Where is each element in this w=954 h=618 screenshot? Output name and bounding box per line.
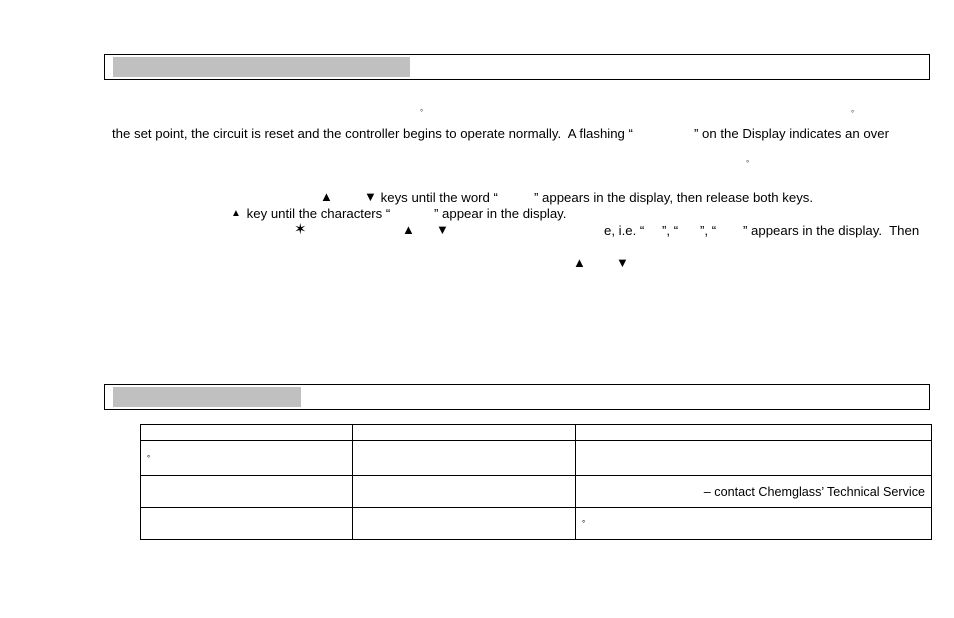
body-line-1: the set point, the circuit is reset and …: [112, 126, 633, 141]
document-page: ° the set point, the circuit is reset an…: [0, 0, 954, 618]
table-cell-r4-c3: °: [575, 507, 932, 540]
table-row: °: [140, 507, 932, 540]
table-cell-contact-service: – contact Chemglass’ Technical Service: [575, 475, 932, 508]
table-cell-r2-c3: [575, 440, 932, 476]
asterisk-key-icon: ✶: [294, 221, 307, 238]
table-cell-header-1: [140, 424, 353, 441]
table-cell-header-3: [575, 424, 932, 441]
down-arrow-icon-4: ▼: [616, 255, 629, 270]
table-cell-r3-c1: [140, 475, 353, 508]
body-line-3: key until the characters “: [243, 206, 391, 221]
up-arrow-icon-3: ▲: [402, 222, 415, 237]
down-arrow-icon-1: ▼: [364, 189, 377, 204]
degree-symbol-floating-1: °: [420, 108, 424, 117]
up-arrow-icon-2: ▲: [231, 208, 241, 219]
table-cell-r4-c2: [352, 507, 576, 540]
table-row: – contact Chemglass’ Technical Service: [140, 475, 932, 508]
body-line-4-b: ”, “: [662, 223, 679, 238]
body-line-4: e, i.e. “: [604, 223, 645, 238]
body-line-1-continued: ” on the Display indicates an over: [694, 126, 889, 141]
body-line-2-end: ” appears in the display, then release b…: [534, 190, 814, 205]
section-header-fill-2: [113, 387, 301, 407]
up-arrow-icon-4: ▲: [573, 255, 586, 270]
table-cell-r2-c2: [352, 440, 576, 476]
section-header-troubleshooting: [104, 384, 930, 410]
troubleshooting-table: ° – contact Chemglass’ Technical Service…: [140, 424, 932, 540]
table-cell-header-2: [352, 424, 576, 441]
table-cell-r4-c1: [140, 507, 353, 540]
table-row: °: [140, 440, 932, 476]
up-arrow-icon-1: ▲: [320, 189, 333, 204]
table-cell-r3-c2: [352, 475, 576, 508]
body-line-2: keys until the word “: [377, 190, 498, 205]
body-line-4-c: ”, “: [700, 223, 717, 238]
degree-symbol-floating-3: °: [746, 159, 750, 168]
body-line-3-end: ” appear in the display.: [434, 206, 567, 221]
body-line-4-end: ” appears in the display. Then: [743, 223, 920, 238]
section-header-fill: [113, 57, 410, 77]
table-cell-r2-c1: °: [140, 440, 353, 476]
degree-symbol-floating-2: °: [851, 109, 855, 118]
down-arrow-icon-3: ▼: [436, 222, 449, 237]
table-row: [140, 424, 932, 441]
section-header-over-temp: [104, 54, 930, 80]
